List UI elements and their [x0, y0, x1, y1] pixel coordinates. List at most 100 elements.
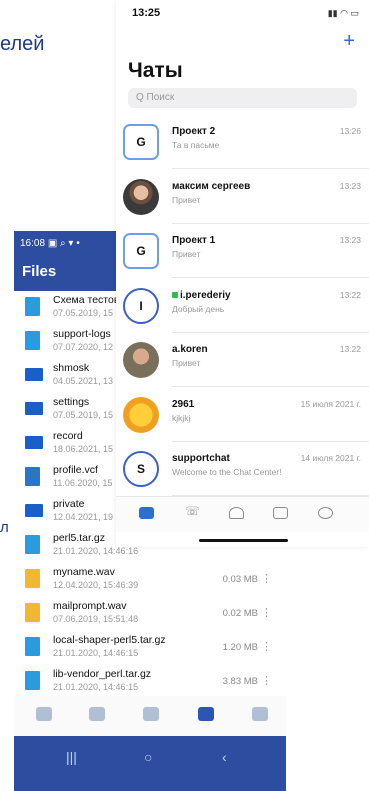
ios-chats-screen: 13:25 ▮▮ ◠ ▭ + Чаты Q Поиск G Проект 2 Та …: [116, 0, 369, 547]
settings-tab-icon[interactable]: [252, 707, 268, 721]
avatar: S: [123, 451, 159, 487]
avatar: G: [123, 124, 159, 160]
file-name: profile.vcf: [53, 464, 98, 476]
android-status-time: 16:08: [20, 238, 46, 249]
chat-last-message: Welcome to the Chat Center!: [172, 467, 282, 477]
files-tab-icon[interactable]: [198, 707, 214, 721]
contacts-tab-icon[interactable]: [143, 707, 159, 721]
page-title: Чаты: [128, 59, 183, 82]
audio-file-icon: [25, 603, 40, 622]
chat-last-message: Та в пасьме: [172, 140, 220, 150]
play-tab-icon[interactable]: [318, 507, 333, 519]
online-status-icon: [172, 291, 178, 298]
chat-tab-icon[interactable]: [36, 707, 52, 721]
chat-name: максим сергеев: [172, 180, 251, 192]
chat-timestamp: 15 июля 2021 г.: [300, 398, 361, 409]
android-bottom-tabs: [14, 696, 286, 736]
more-options-icon[interactable]: ⋮: [261, 606, 272, 619]
chat-last-message: Добрый день: [172, 303, 225, 314]
chat-timestamp: 13:22: [339, 344, 361, 354]
file-icon: [25, 297, 40, 316]
divider: [172, 168, 369, 169]
avatar: I: [123, 287, 159, 324]
chat-row[interactable]: Ii.perederiy Добрый день 13:22: [116, 282, 369, 333]
file-name: Схема тестов: [53, 294, 120, 306]
file-date: 21.01.2020, 14:46:16: [53, 546, 139, 556]
contacts-tab-icon[interactable]: [229, 507, 244, 519]
background-side-fragment: л: [0, 519, 9, 536]
chat-last-message: kjkjkj: [172, 412, 191, 423]
chat-name: Проект 1: [172, 235, 216, 246]
divider: [172, 331, 369, 333]
more-options-icon[interactable]: ⋮: [261, 572, 272, 585]
file-size: 0.03 MB: [222, 574, 258, 585]
file-name: record: [53, 430, 83, 442]
file-name: private: [53, 498, 85, 510]
chat-last-message: Привет: [172, 249, 201, 259]
file-icon: [25, 637, 40, 656]
search-input[interactable]: Q Поиск: [128, 88, 357, 108]
recents-nav-icon[interactable]: |||: [66, 749, 77, 765]
chat-last-message: Привет: [172, 194, 201, 205]
file-row[interactable]: mailprompt.wav 07.06.2019, 15:51:48 0.02 M…: [14, 597, 286, 631]
chat-last-message: Привет: [172, 358, 201, 368]
file-icon: [25, 535, 40, 554]
file-date: 07.05.2019, 15: [53, 308, 114, 318]
file-name: mailprompt.wav: [53, 600, 127, 612]
phone-tab-icon[interactable]: [89, 707, 105, 721]
files-tab-icon[interactable]: [273, 507, 288, 519]
file-row[interactable]: myname.wav 12.04.2020, 15:46:39 0.03 MB ⋮: [14, 563, 286, 597]
file-size: 3.83 MB: [222, 676, 258, 687]
android-status-icons: ▣ ⌕ ▾ •: [47, 238, 80, 249]
ios-tab-bar: ☏: [116, 496, 369, 532]
new-chat-button[interactable]: +: [343, 30, 355, 53]
file-icon: [25, 331, 40, 350]
folder-icon: [25, 368, 43, 381]
chat-row[interactable]: a.koren Привет 13:22: [116, 336, 369, 387]
file-row[interactable]: lib-vendor_perl.tar.gz 21.01.2020, 14:46:…: [14, 665, 286, 699]
chat-row[interactable]: G Проект 1 Привет 13:23: [116, 227, 369, 278]
chat-row[interactable]: G Проект 2 Та в пасьме 13:26: [116, 118, 369, 169]
file-date: 12.04.2021, 19: [53, 512, 114, 522]
file-date: 21.01.2020, 14:46:15: [53, 682, 139, 692]
file-size: 1.20 MB: [222, 642, 258, 653]
chat-timestamp: 13:23: [339, 235, 361, 245]
chat-timestamp: 13:22: [339, 289, 361, 300]
chat-name: i.perederiy: [172, 290, 231, 301]
chats-tab-icon[interactable]: [139, 507, 154, 519]
chat-name: a.koren: [172, 344, 208, 355]
ios-status-time: 13:25: [132, 7, 161, 19]
avatar: G: [123, 233, 159, 269]
more-options-icon[interactable]: ⋮: [261, 640, 272, 653]
more-options-icon[interactable]: ⋮: [261, 674, 272, 687]
divider: [172, 440, 369, 442]
chat-name-text: i.perederiy: [180, 289, 231, 301]
file-name: support-logs: [53, 328, 111, 340]
code-file-icon: [25, 467, 40, 486]
avatar: [123, 342, 159, 378]
file-name: shmosk: [53, 362, 90, 374]
folder-icon: [25, 504, 43, 517]
file-name: myname.wav: [53, 566, 115, 578]
file-name: settings: [53, 396, 90, 408]
avatar: [123, 178, 159, 215]
chat-name: Проект 2: [172, 126, 216, 137]
chat-name: supportchat: [172, 453, 230, 464]
divider: [172, 277, 369, 278]
file-icon: [25, 671, 40, 690]
file-name: perl5.tar.gz: [53, 532, 105, 544]
android-nav-bar: ||| ○ ‹: [14, 736, 286, 791]
folder-icon: [25, 436, 43, 449]
chat-row[interactable]: Ssupportchat Welcome to the Chat Center! 1…: [116, 445, 369, 496]
file-row[interactable]: local-shaper-perl5.tar.gz 21.01.2020, 14:…: [14, 631, 286, 665]
divider: [172, 386, 369, 387]
phone-tab-icon[interactable]: ☏: [185, 504, 200, 518]
back-nav-icon[interactable]: ‹: [222, 749, 227, 765]
file-name: lib-vendor_perl.tar.gz: [53, 668, 152, 680]
home-nav-icon[interactable]: ○: [144, 749, 152, 765]
chat-row[interactable]: максим сергеев Привет 13:23: [116, 173, 369, 224]
file-name: local-shaper-perl5.tar.gz: [53, 634, 166, 646]
chat-row[interactable]: 2961 kjkjkj 15 июля 2021 г.: [116, 391, 369, 442]
chat-timestamp: 14 июля 2021 г.: [300, 453, 361, 463]
file-date: 11.06.2020, 15: [53, 478, 113, 488]
